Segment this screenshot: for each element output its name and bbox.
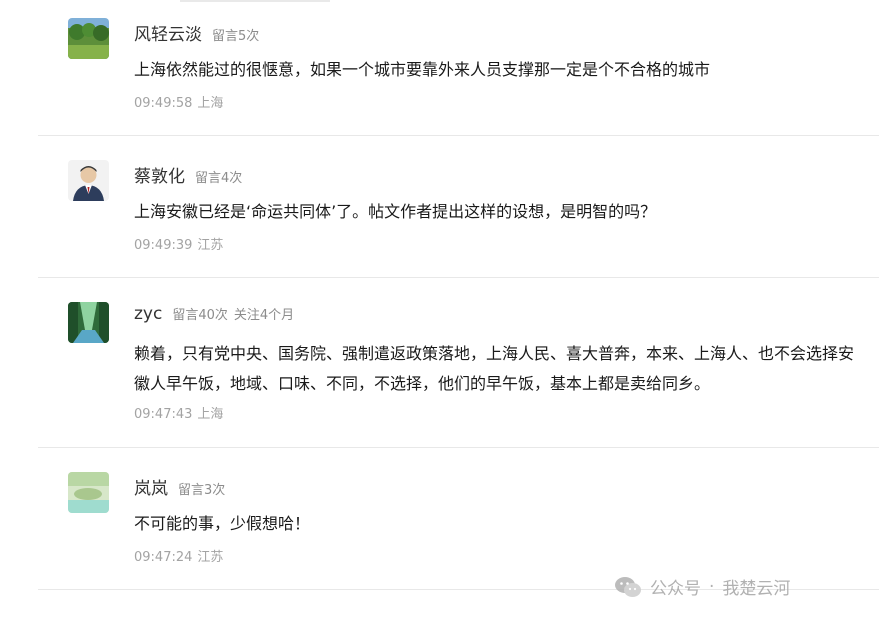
- comment-nickname: zyc: [134, 304, 163, 324]
- account-type-label: 公众号: [650, 579, 701, 599]
- comment-count-badge: 留言3次: [178, 483, 226, 498]
- comment-divider: [38, 277, 879, 278]
- comment-location: 江苏: [197, 550, 224, 565]
- comment-divider: [38, 447, 879, 448]
- comment-count-badge: 留言5次: [212, 29, 260, 44]
- account-name-label: 我楚云河: [722, 579, 791, 599]
- comment-nickname: 蔡敦化: [134, 167, 185, 187]
- comment-divider: [38, 135, 879, 136]
- comment-text: 上海安徽已经是‘命运共同体’了。帖文作者提出这样的设想，是明智的吗？: [134, 202, 657, 221]
- forest-avatar-icon[interactable]: [68, 302, 109, 343]
- portrait-avatar-icon[interactable]: [68, 160, 109, 201]
- comment-time: 09:47:24: [134, 550, 193, 565]
- wechat-icon: [615, 576, 641, 597]
- comment-meta: 09:49:39 江苏: [134, 234, 223, 253]
- comment-time: 09:49:58: [134, 96, 193, 111]
- account-watermark: 公众号 · 我楚云河: [614, 574, 790, 599]
- comment-count-badge: 留言4次: [195, 171, 243, 186]
- comment-page: 风轻云淡 留言5次 上海依然能过的很惬意，如果一个城市要靠外来人员支撑那一定是个…: [0, 0, 879, 622]
- comment-nickname: 风轻云淡: [134, 25, 202, 45]
- comment-location: 江苏: [197, 238, 224, 253]
- comment-text: 赖着，只有党中央、国务院、强制遣返政策落地，上海人民、喜大普奔，本来、上海人、也…: [134, 344, 855, 393]
- comment-meta: 09:47:24 江苏: [134, 546, 223, 565]
- comment-location: 上海: [197, 96, 224, 111]
- comment-count-badge: 留言40次: [172, 308, 228, 323]
- watermark-separator: ·: [709, 576, 715, 597]
- top-divider: [180, 0, 330, 2]
- comment-text: 不可能的事，少假想哈！: [134, 514, 311, 533]
- comment-text: 上海依然能过的很惬意，如果一个城市要靠外来人员支撑那一定是个不合格的城市: [134, 60, 711, 79]
- comment-meta: 09:49:58 上海: [134, 92, 223, 111]
- comment-meta: 09:47:43 上海: [134, 403, 223, 422]
- comment-location: 上海: [197, 407, 224, 422]
- follow-duration-badge: 关注4个月: [233, 308, 295, 323]
- landscape-avatar-icon[interactable]: [68, 18, 109, 59]
- mist-avatar-icon[interactable]: [68, 472, 109, 513]
- comment-time: 09:47:43: [134, 407, 193, 422]
- comment-nickname: 岚岚: [134, 479, 168, 499]
- comment-time: 09:49:39: [134, 238, 193, 253]
